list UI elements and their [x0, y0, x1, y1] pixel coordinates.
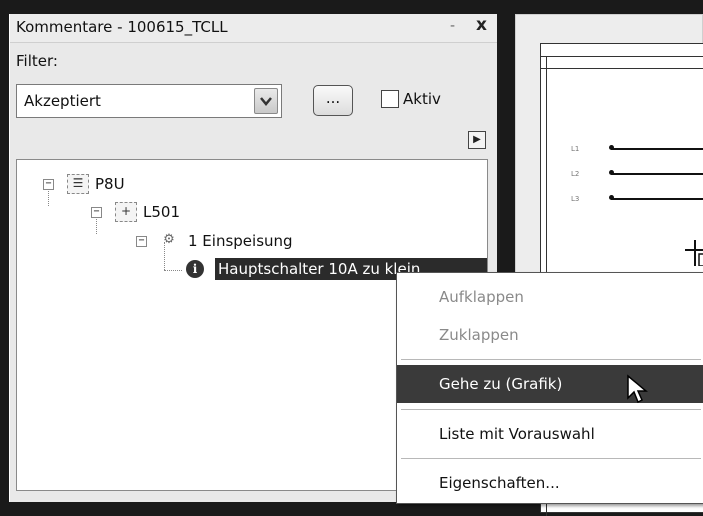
menu-item-eigenschaften[interactable]: Eigenschaften...	[397, 464, 703, 502]
menu-item-zuklappen[interactable]: Zuklappen	[397, 316, 703, 354]
menu-separator	[401, 359, 701, 360]
menu-separator	[401, 409, 701, 410]
junction-dot	[609, 170, 614, 175]
tree-node-label: L501	[143, 203, 180, 221]
filter-options-button[interactable]: ...	[313, 85, 353, 116]
busbar-line	[611, 148, 703, 150]
busbar-line	[611, 173, 703, 175]
menu-item-liste-mit-vorauswahl[interactable]: Liste mit Vorauswahl	[397, 415, 703, 453]
collapse-icon[interactable]: −	[91, 207, 102, 218]
structure-icon: ☰	[67, 174, 89, 194]
location-icon: +	[115, 202, 137, 222]
context-menu: Aufklappen Zuklappen Gehe zu (Grafik) Li…	[396, 272, 703, 504]
aktiv-label: Aktiv	[403, 90, 441, 108]
close-icon[interactable]: x	[476, 15, 487, 35]
mouse-cursor-icon	[626, 374, 649, 406]
component-symbol[interactable]	[685, 240, 703, 267]
signal-label: L2	[571, 170, 580, 178]
menu-item-aufklappen[interactable]: Aufklappen	[397, 278, 703, 316]
menu-separator	[401, 458, 701, 459]
filter-selected-value: Akzeptiert	[24, 92, 101, 110]
collapse-icon[interactable]: −	[43, 179, 54, 190]
panel-title: Kommentare - 100615_TCLL	[16, 18, 228, 36]
filter-label: Filter:	[16, 52, 58, 70]
menu-item-gehe-zu-grafik[interactable]: Gehe zu (Grafik)	[397, 365, 703, 403]
sheet-border-line	[541, 68, 703, 69]
signal-label: L1	[571, 145, 580, 153]
junction-dot	[609, 195, 614, 200]
sheet-border-line	[541, 56, 703, 57]
tree-node-label: P8U	[95, 175, 125, 193]
info-icon: i	[186, 260, 204, 278]
tree-connector	[164, 270, 182, 271]
signal-label: L3	[571, 195, 580, 203]
chevron-down-icon[interactable]	[254, 88, 278, 114]
aktiv-checkbox[interactable]	[381, 90, 399, 108]
panel-titlebar: Kommentare - 100615_TCLL - x	[10, 14, 498, 43]
busbar-line	[611, 198, 703, 200]
filter-dropdown[interactable]: Akzeptiert	[16, 84, 282, 118]
tree-node-label: Hauptschalter 10A zu klein	[218, 260, 421, 278]
collapse-icon[interactable]: −	[136, 236, 147, 247]
function-icon: ⚙	[163, 232, 175, 247]
tree-node-label: 1 Einspeisung	[188, 232, 293, 250]
junction-dot	[609, 145, 614, 150]
play-arrow-icon[interactable]: ▶	[468, 131, 486, 149]
pin-icon[interactable]: -	[450, 18, 455, 34]
